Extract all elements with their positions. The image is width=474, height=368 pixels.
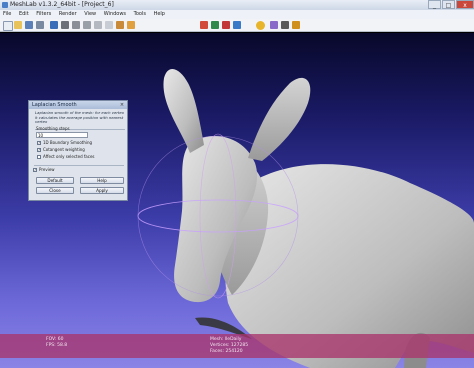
cotangent-checkbox[interactable]: ✓: [37, 148, 41, 152]
menu-tools[interactable]: Tools: [131, 11, 149, 17]
menu-help[interactable]: Help: [151, 11, 168, 17]
dialog-title-bar[interactable]: Laplacian Smooth ×: [29, 101, 127, 109]
save-icon[interactable]: [25, 21, 33, 29]
toolbar: [0, 19, 474, 32]
window-controls: _ □ x: [427, 0, 474, 10]
menu-render[interactable]: Render: [56, 11, 80, 17]
pick-icon[interactable]: [292, 21, 300, 29]
divider: [34, 165, 124, 166]
boundary-label: 1D Boundary Smoothing: [43, 140, 93, 145]
selected-faces-label: Affect only selected faces: [43, 154, 95, 159]
mesh-name-text: Mesh: lleDaily: [210, 337, 242, 342]
smoothing-steps-label: Smoothing steps: [36, 126, 70, 131]
mesh-left-ear: [163, 68, 204, 153]
layers-icon[interactable]: [50, 21, 58, 29]
snapshot-icon[interactable]: [36, 21, 44, 29]
menu-view[interactable]: View: [81, 11, 99, 17]
hidden-lines-icon[interactable]: [83, 21, 91, 29]
fps-text: FPS: 58.8: [46, 343, 68, 348]
minimize-button[interactable]: _: [428, 0, 441, 9]
meshlab-logo-icon: [2, 2, 8, 8]
mesh-right-ear: [248, 77, 311, 161]
preview-label: Preview: [39, 167, 55, 172]
menu-bar: File Edit Filters Render View Windows To…: [0, 10, 474, 19]
dialog-close-icon[interactable]: ×: [119, 102, 125, 108]
info-overlay: FOV: 60 FPS: 58.8 Mesh: lleDaily Vertice…: [0, 334, 474, 358]
close-button[interactable]: Close: [36, 187, 74, 194]
points-icon[interactable]: [61, 21, 69, 29]
menu-file[interactable]: File: [0, 11, 14, 17]
apply-button[interactable]: Apply: [80, 187, 124, 194]
light-icon[interactable]: [200, 21, 208, 29]
flat-icon[interactable]: [94, 21, 102, 29]
preview-checkbox[interactable]: ✓: [33, 168, 37, 172]
dialog-title: Laplacian Smooth: [32, 102, 77, 108]
align-icon[interactable]: [256, 21, 265, 30]
default-button[interactable]: Default: [36, 177, 74, 184]
selected-faces-checkbox[interactable]: [37, 155, 41, 159]
menu-filters[interactable]: Filters: [33, 11, 54, 17]
paint-icon[interactable]: [281, 21, 289, 29]
measure-icon[interactable]: [222, 21, 230, 29]
menu-edit[interactable]: Edit: [16, 11, 32, 17]
smooth-icon[interactable]: [105, 21, 113, 29]
menu-windows[interactable]: Windows: [101, 11, 129, 17]
faces-count: Faces: 254120: [210, 349, 243, 354]
boundary-checkbox[interactable]: ✓: [37, 141, 41, 145]
open-icon[interactable]: [14, 21, 22, 29]
select-faces-icon[interactable]: [233, 21, 241, 29]
wireframe-icon[interactable]: [72, 21, 80, 29]
select-vertices-icon[interactable]: [270, 21, 278, 29]
new-icon[interactable]: [3, 21, 13, 31]
smoothing-steps-input[interactable]: 10: [36, 132, 88, 138]
annotation-icon[interactable]: [211, 21, 219, 29]
cotangent-label: Cotangent weighting: [43, 147, 85, 152]
close-window-button[interactable]: x: [456, 0, 474, 9]
dialog-description: Laplacian smooth of the mesh: for each v…: [35, 110, 124, 125]
color-icon[interactable]: [127, 21, 135, 29]
texture-icon[interactable]: [116, 21, 124, 29]
vertices-count: Vertices: 127285: [210, 343, 249, 348]
title-bar: MeshLab v1.3.2_64bit - [Project_6] _ □ x: [0, 0, 474, 10]
maximize-button[interactable]: □: [442, 0, 455, 9]
window-title: MeshLab v1.3.2_64bit - [Project_6]: [10, 1, 114, 8]
help-button[interactable]: Help: [80, 177, 124, 184]
fov-text: FOV: 60: [46, 337, 64, 342]
